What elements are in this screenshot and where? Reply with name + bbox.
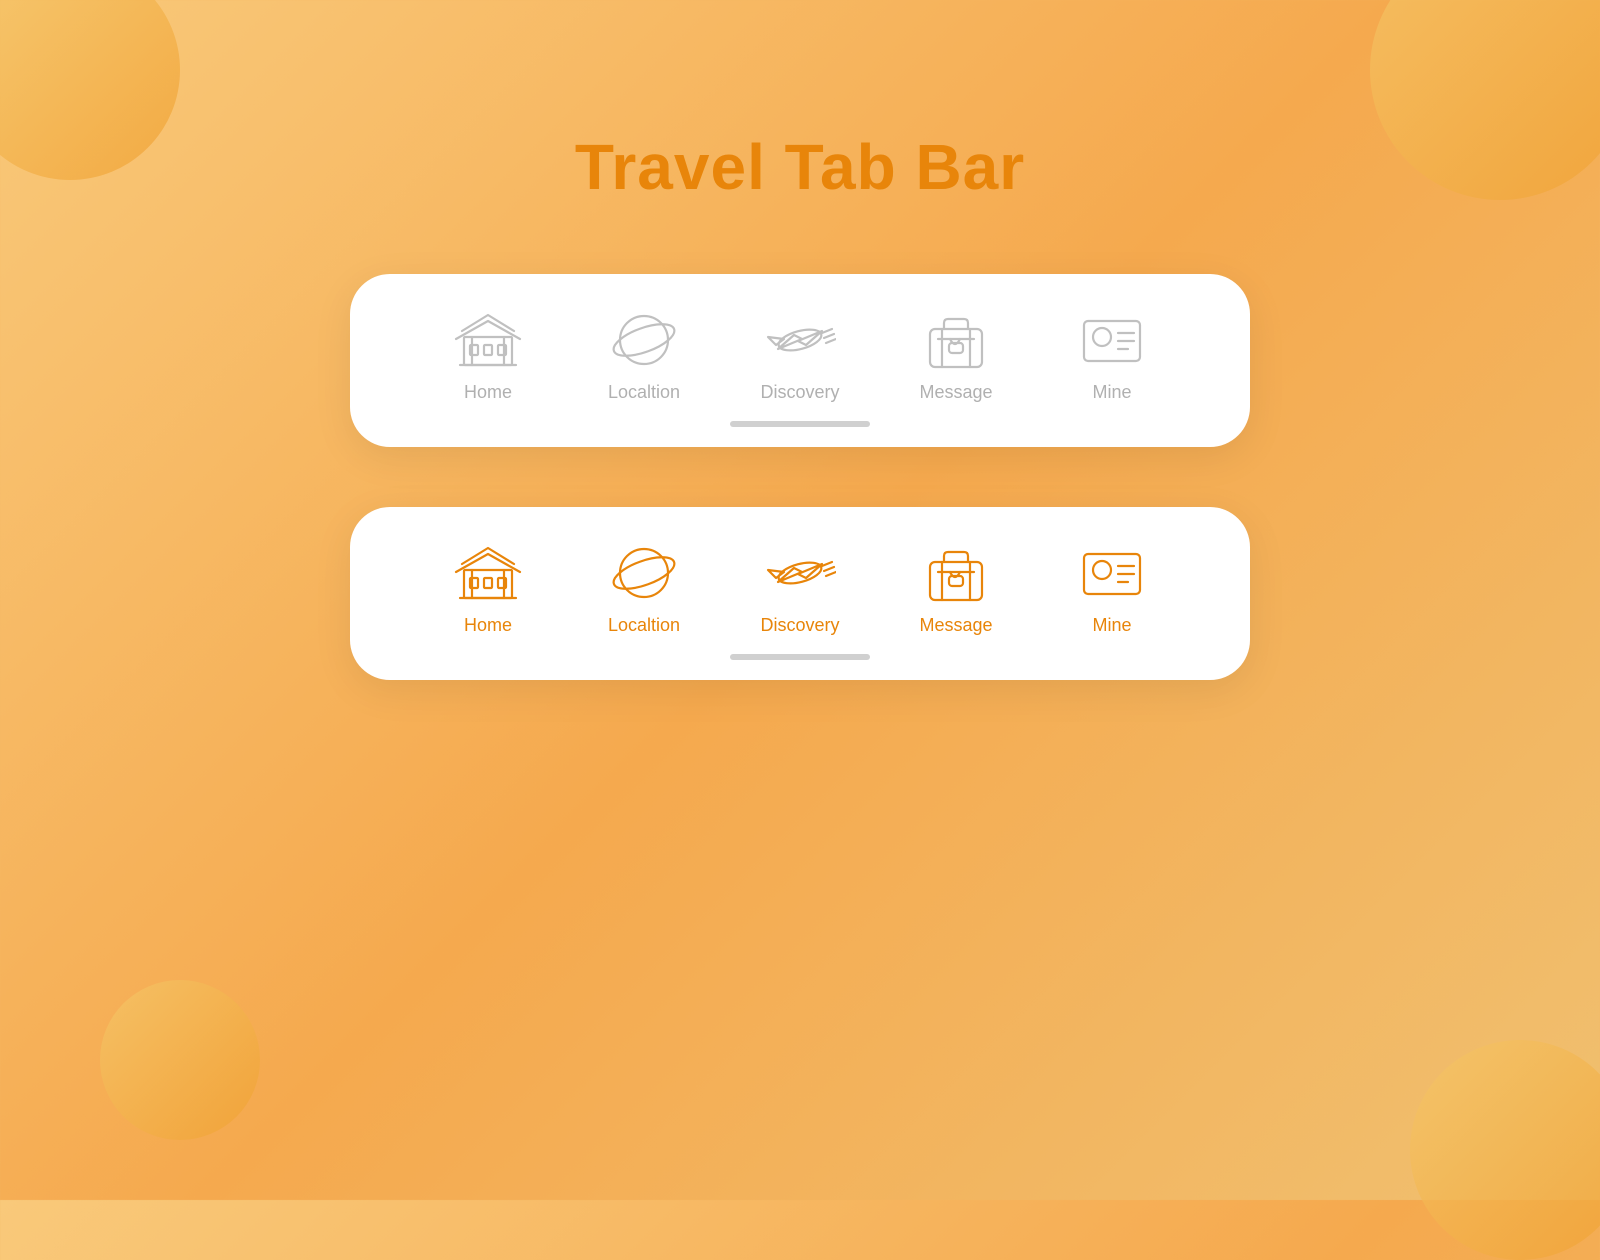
tab-label-home-active: Home [464, 615, 512, 636]
message-icon [916, 304, 996, 374]
tab-indicator-inactive [730, 421, 870, 427]
home-active-icon [448, 537, 528, 607]
tab-label-location-inactive: Localtion [608, 382, 680, 403]
tab-label-message-active: Message [919, 615, 992, 636]
discovery-active-icon [760, 537, 840, 607]
inactive-tab-bar-items: Home Localtion [410, 304, 1190, 403]
home-icon [448, 304, 528, 374]
tab-label-discovery-inactive: Discovery [760, 382, 839, 403]
mine-icon [1072, 304, 1152, 374]
tab-item-discovery-inactive[interactable]: Discovery [722, 304, 878, 403]
tab-item-discovery-active[interactable]: Discovery [722, 537, 878, 636]
location-active-icon [604, 537, 684, 607]
tab-label-home-inactive: Home [464, 382, 512, 403]
tab-item-location-inactive[interactable]: Localtion [566, 304, 722, 403]
tab-item-home-inactive[interactable]: Home [410, 304, 566, 403]
tab-label-location-active: Localtion [608, 615, 680, 636]
inactive-tab-bar: Home Localtion [350, 274, 1250, 447]
decorative-circle-bottom-right [1410, 1040, 1600, 1260]
tab-item-message-inactive[interactable]: Message [878, 304, 1034, 403]
tab-item-mine-active[interactable]: Mine [1034, 537, 1190, 636]
tab-item-message-active[interactable]: Message [878, 537, 1034, 636]
message-active-icon [916, 537, 996, 607]
mine-active-icon [1072, 537, 1152, 607]
active-tab-bar: Home Localtion [350, 507, 1250, 680]
tab-item-home-active[interactable]: Home [410, 537, 566, 636]
decorative-circle-bottom-left [100, 980, 260, 1140]
tab-label-mine-active: Mine [1092, 615, 1131, 636]
tab-item-location-active[interactable]: Localtion [566, 537, 722, 636]
tab-item-mine-inactive[interactable]: Mine [1034, 304, 1190, 403]
location-icon [604, 304, 684, 374]
page-title: Travel Tab Bar [0, 0, 1600, 204]
tab-indicator-active [730, 654, 870, 660]
tab-bars-container: Home Localtion [0, 274, 1600, 680]
tab-label-mine-inactive: Mine [1092, 382, 1131, 403]
tab-label-message-inactive: Message [919, 382, 992, 403]
discovery-icon [760, 304, 840, 374]
active-tab-bar-items: Home Localtion [410, 537, 1190, 636]
tab-label-discovery-active: Discovery [760, 615, 839, 636]
